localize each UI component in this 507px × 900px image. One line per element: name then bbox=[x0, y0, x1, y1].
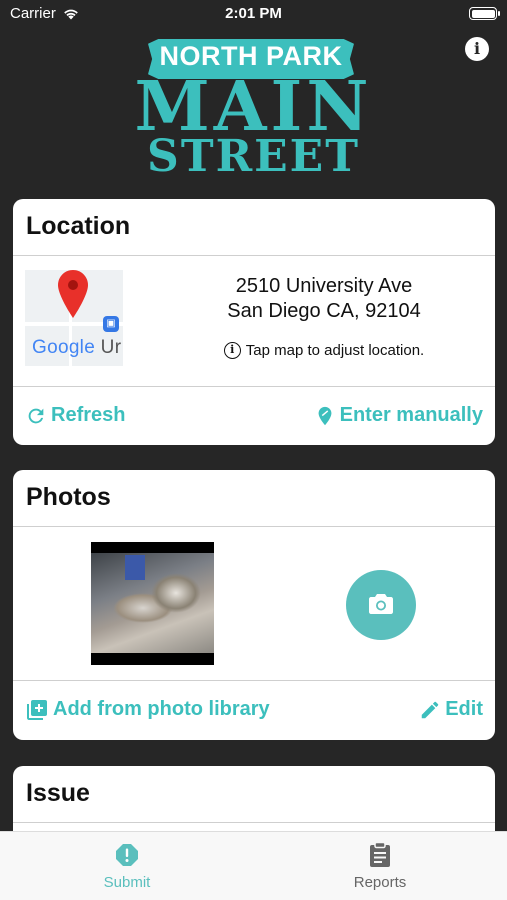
logo-line3: STREET bbox=[147, 131, 360, 182]
info-icon[interactable]: i bbox=[465, 37, 489, 61]
photo-thumbnail[interactable] bbox=[91, 542, 214, 665]
location-actions: Refresh Enter manually bbox=[13, 386, 495, 444]
edit-label: Edit bbox=[445, 698, 483, 720]
photos-body bbox=[13, 527, 495, 680]
add-from-library-label: Add from photo library bbox=[53, 698, 270, 720]
address-text: 2510 University Ave San Diego CA, 92104 bbox=[153, 274, 495, 324]
camera-icon bbox=[369, 594, 393, 614]
refresh-label: Refresh bbox=[51, 404, 126, 426]
refresh-icon bbox=[28, 408, 44, 423]
status-time: 2:01 PM bbox=[225, 5, 282, 22]
location-title: Location bbox=[13, 199, 495, 256]
address-line2: San Diego CA, 92104 bbox=[227, 300, 421, 322]
photos-card: Photos Add from photo library Edit bbox=[13, 470, 495, 740]
map-attribution-suffix: Ur bbox=[100, 337, 122, 358]
photo-image bbox=[91, 553, 214, 653]
app-logo: NORTH PARK MAIN STREET bbox=[0, 35, 507, 185]
photo-detail bbox=[125, 555, 145, 580]
photos-title: Photos bbox=[13, 470, 495, 527]
enter-manually-button[interactable]: Enter manually bbox=[314, 404, 483, 428]
refresh-button[interactable]: Refresh bbox=[25, 404, 125, 427]
tab-bar: Submit Reports bbox=[0, 831, 507, 900]
camera-button[interactable] bbox=[346, 570, 416, 640]
status-bar: Carrier 2:01 PM bbox=[0, 0, 507, 28]
map-thumbnail[interactable]: ▣ Google Ur bbox=[25, 270, 123, 366]
alert-icon bbox=[116, 844, 138, 866]
clipboard-icon bbox=[370, 842, 390, 867]
map-attribution-google: Google bbox=[32, 337, 96, 358]
enter-manually-label: Enter manually bbox=[339, 404, 483, 426]
tab-reports-label: Reports bbox=[353, 874, 407, 891]
map-hint: i Tap map to adjust location. bbox=[153, 342, 495, 359]
bus-stop-icon: ▣ bbox=[103, 316, 119, 332]
map-pin-icon bbox=[58, 270, 88, 318]
location-body: ▣ Google Ur 2510 University Ave San Dieg… bbox=[13, 256, 495, 386]
battery-icon bbox=[469, 7, 500, 20]
tab-submit-label: Submit bbox=[103, 874, 151, 891]
tab-submit[interactable]: Submit bbox=[67, 842, 187, 891]
map-hint-text: Tap map to adjust location. bbox=[245, 342, 425, 359]
location-pin-icon bbox=[318, 406, 332, 425]
tab-reports[interactable]: Reports bbox=[320, 842, 440, 891]
issue-title: Issue bbox=[13, 766, 495, 823]
map-attribution: Google Ur bbox=[32, 337, 121, 359]
edit-button[interactable]: Edit bbox=[419, 698, 483, 721]
info-circle-icon: i bbox=[223, 342, 241, 359]
add-photo-library-icon bbox=[27, 699, 47, 720]
photo-detail bbox=[151, 573, 201, 613]
location-card: Location ▣ Google Ur 2510 University Ave… bbox=[13, 199, 495, 445]
pencil-icon bbox=[421, 701, 439, 718]
photos-actions: Add from photo library Edit bbox=[13, 680, 495, 738]
address-line1: 2510 University Ave bbox=[235, 275, 413, 297]
add-from-library-button[interactable]: Add from photo library bbox=[25, 698, 270, 722]
